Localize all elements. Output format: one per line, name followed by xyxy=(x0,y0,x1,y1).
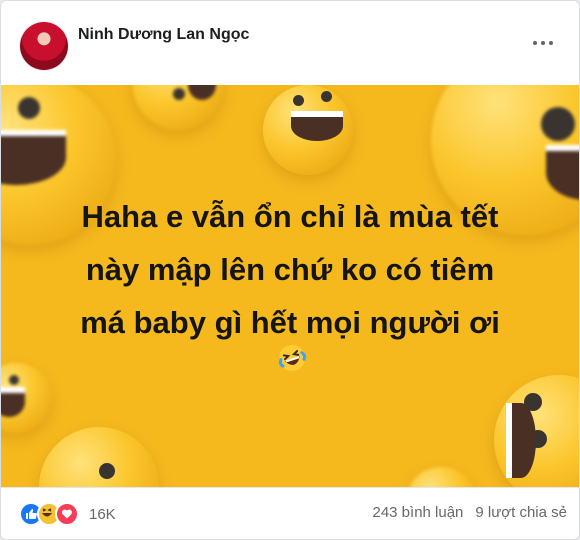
post-header: Ninh Dương Lan Ngọc xyxy=(1,1,579,85)
post-text-line: này mập lên chứ ko có tiêm xyxy=(85,252,495,287)
author-name[interactable]: Ninh Dương Lan Ngọc xyxy=(78,26,249,44)
shares-count-link[interactable]: 9 lượt chia sẻ xyxy=(475,504,567,521)
post-card: Ninh Dương Lan Ngọc Haha e vẫn ổn chỉ là… xyxy=(0,0,580,540)
post-text-line: má baby gì hết mọi người ơi xyxy=(80,305,500,340)
emoji-decoration-icon xyxy=(133,85,223,130)
author-avatar[interactable] xyxy=(20,22,68,70)
post-background: Haha e vẫn ổn chỉ là mùa tết này mập lên… xyxy=(1,85,579,487)
post-stats: 243 bình luận 9 lượt chia sẻ xyxy=(372,504,567,521)
more-options-icon[interactable] xyxy=(525,31,561,55)
love-icon xyxy=(55,502,79,526)
comments-count-link[interactable]: 243 bình luận xyxy=(372,504,463,521)
emoji-decoration-icon xyxy=(39,427,159,487)
reactions-summary[interactable]: 16K xyxy=(19,502,116,526)
post-text: Haha e vẫn ổn chỉ là mùa tết này mập lên… xyxy=(41,190,539,349)
emoji-decoration-icon xyxy=(263,85,353,175)
emoji-decoration-icon xyxy=(406,467,476,487)
laughing-crying-emoji-icon xyxy=(278,345,307,371)
post-text-line: Haha e vẫn ổn chỉ là mùa tết xyxy=(81,199,499,234)
emoji-decoration-icon xyxy=(494,375,579,487)
reaction-count[interactable]: 16K xyxy=(89,506,116,523)
emoji-decoration-icon xyxy=(1,363,51,433)
post-footer: 16K 243 bình luận 9 lượt chia sẻ xyxy=(1,487,579,539)
